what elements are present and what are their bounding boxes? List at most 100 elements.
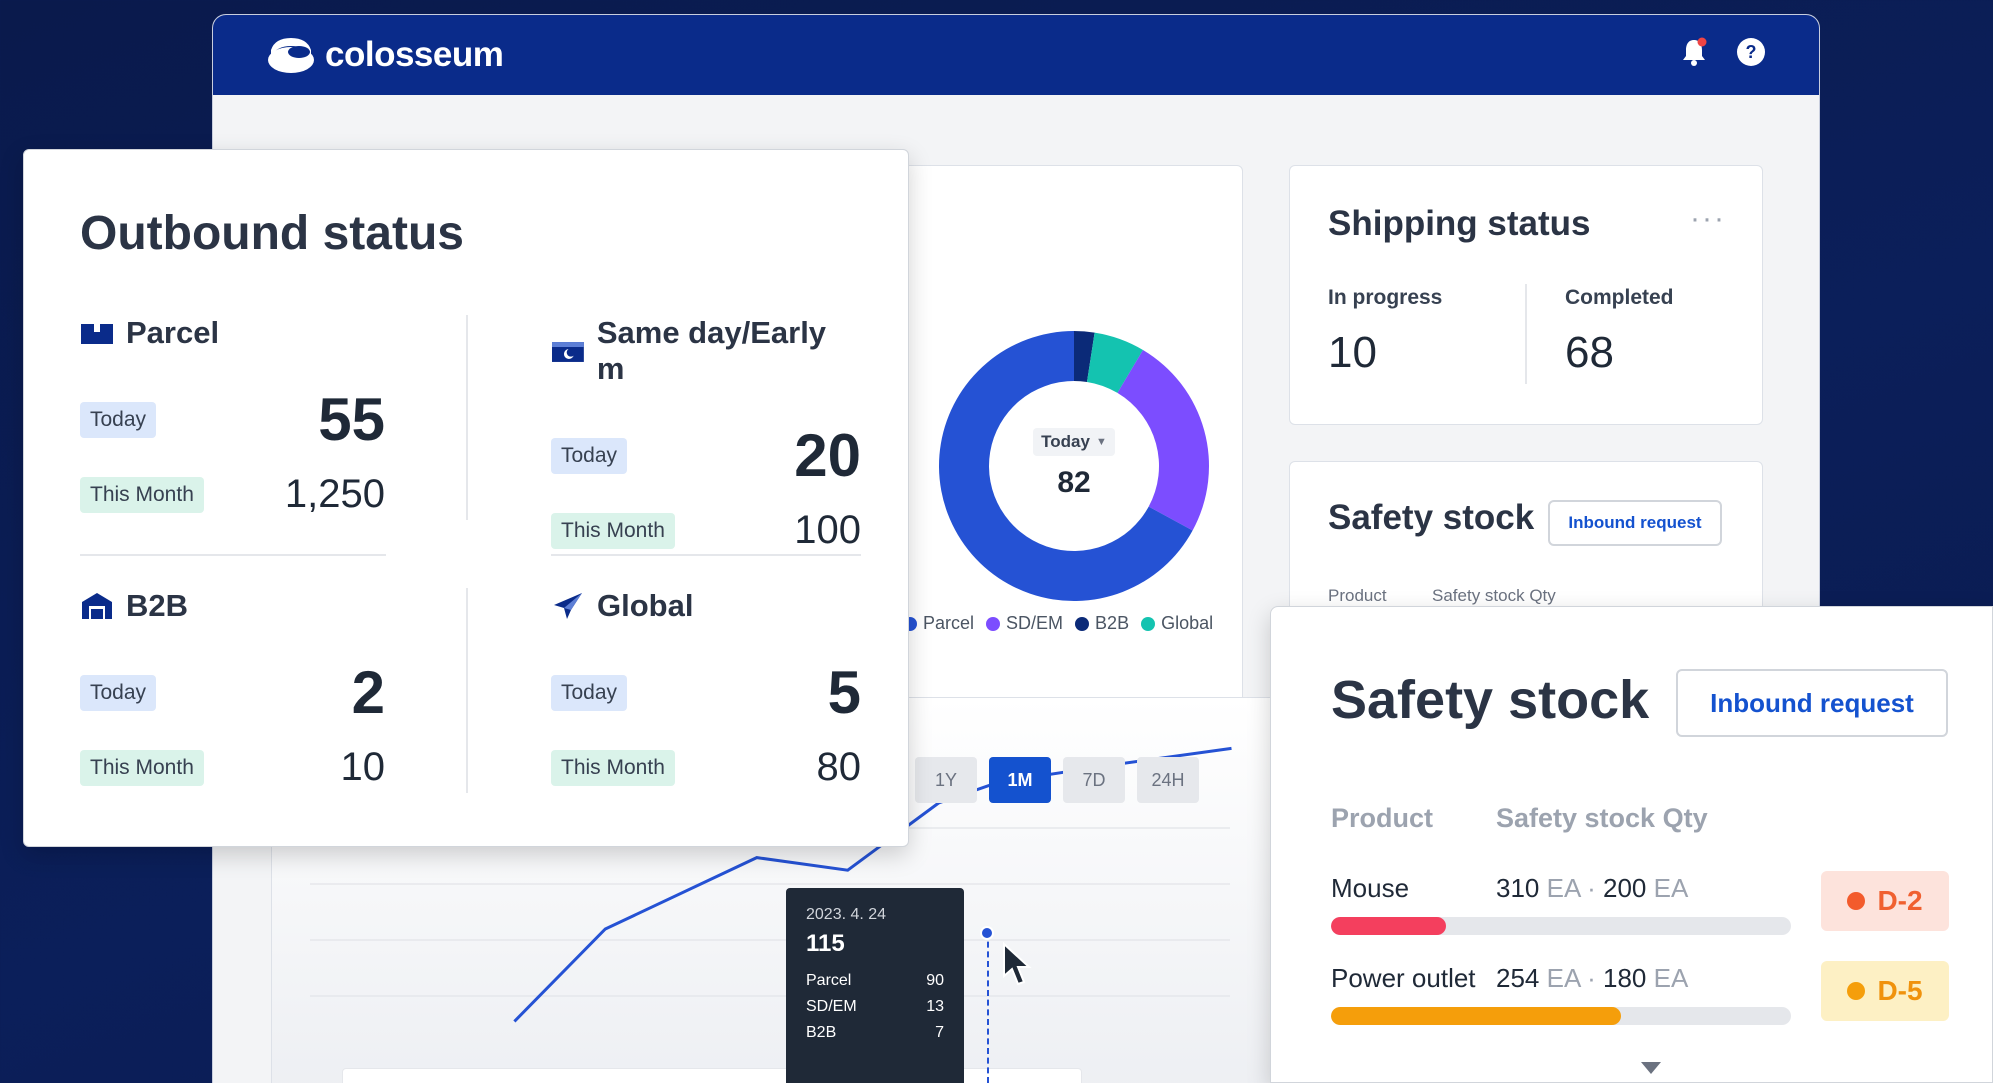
stock-product-name: Mouse: [1331, 873, 1410, 903]
parcel-month-value: 1,250: [284, 472, 385, 516]
range-button[interactable]: 24H: [1137, 757, 1199, 803]
parcel-today-value: 55: [318, 386, 385, 453]
this-month-badge: This Month: [551, 749, 675, 786]
legend-item[interactable]: B2B: [1075, 613, 1129, 634]
status-dot-icon: [1847, 982, 1866, 1000]
unit-label: EA: [1546, 873, 1580, 903]
colosseum-logo-icon: [268, 38, 314, 73]
legend-item[interactable]: Parcel: [903, 613, 974, 634]
horizontal-divider: [551, 554, 861, 556]
mouse-cursor-icon: [1003, 942, 1032, 986]
status-dot-icon: [1847, 892, 1866, 910]
separator-dot: ·: [1587, 873, 1596, 903]
completed-label: Completed: [1565, 286, 1674, 309]
legend-label: Parcel: [923, 613, 975, 633]
range-selector: 1Y 1M 7D 24H: [915, 757, 1199, 803]
tooltip-pointer-line: [987, 932, 989, 1083]
outbound-title: Outbound status: [80, 207, 464, 260]
legend-label: SD/EM: [1006, 613, 1064, 633]
b2b-month-value: 10: [340, 745, 386, 789]
expand-down-icon[interactable]: [1641, 1062, 1661, 1074]
col-qty-header: Safety stock Qty: [1496, 803, 1708, 833]
legend-item[interactable]: SD/EM: [986, 613, 1063, 634]
tooltip-date: 2023. 4. 24: [806, 906, 887, 923]
donut-slice-sd-em[interactable]: [1117, 349, 1209, 531]
range-button[interactable]: 1M: [989, 757, 1051, 803]
airplane-icon: [554, 593, 582, 619]
safety-title: Safety stock: [1331, 670, 1650, 730]
b2b-today-value: 2: [351, 659, 385, 726]
stock-current-qty: 310: [1496, 873, 1540, 903]
stock-level-bar: [1331, 1007, 1791, 1025]
tooltip-row-value: 7: [935, 1024, 944, 1041]
tooltip-row-label: B2B: [806, 1024, 837, 1041]
legend-label: Global: [1161, 613, 1214, 633]
inbound-request-button-bg[interactable]: Inbound request: [1548, 500, 1722, 546]
app-name: colosseum: [325, 35, 504, 74]
stock-qty: 310 EA · 200 EA: [1496, 873, 1688, 904]
this-month-badge: This Month: [551, 512, 675, 549]
bell-icon[interactable]: [1681, 37, 1707, 67]
horizontal-divider: [80, 554, 386, 556]
app-logo[interactable]: colosseum: [265, 34, 504, 76]
sameday-today-value: 20: [794, 422, 861, 489]
legend-dot-icon: [986, 616, 1001, 631]
stock-product-name: Power outlet: [1331, 963, 1476, 993]
tooltip-row: Parcel 90: [806, 972, 944, 990]
col-product-header: Product: [1331, 803, 1434, 833]
more-icon[interactable]: ···: [1690, 202, 1726, 236]
stock-qty: 254 EA · 180 EA: [1496, 963, 1688, 994]
tooltip-point-marker: [980, 926, 994, 940]
today-badge: Today: [551, 674, 628, 711]
unit-label: EA: [1653, 963, 1689, 993]
sameday-section: Same day/Early m Today 20 This Month 100: [551, 315, 861, 553]
inbound-request-button[interactable]: Inbound request: [1676, 669, 1948, 737]
outbound-status-card: Outbound status Parcel Today 55 This Mont…: [23, 149, 909, 847]
legend-dot-icon: [1141, 616, 1156, 631]
days-left-badge: D-5: [1821, 961, 1949, 1021]
tooltip-total: 115: [806, 930, 845, 957]
help-icon[interactable]: ?: [1737, 38, 1765, 66]
tooltip-row: SD/EM 13: [806, 998, 944, 1016]
legend-label: B2B: [1095, 613, 1130, 633]
days-left-label: D-5: [1877, 975, 1923, 1006]
chart-tooltip: 2023. 4. 24 115 Parcel 90 SD/EM 13 B2B 7: [786, 888, 964, 1083]
tooltip-row-label: SD/EM: [806, 998, 857, 1015]
global-section: Global Today 5 This Month 80: [551, 588, 861, 790]
warehouse-icon: [82, 593, 112, 619]
today-badge: Today: [80, 401, 157, 438]
safety-stock-card: Safety stock Inbound request Product Saf…: [1270, 606, 1993, 1083]
donut-legend: Parcel SD/EM B2B Global: [903, 613, 1213, 634]
shipping-title: Shipping status: [1328, 204, 1591, 243]
today-badge: Today: [551, 437, 628, 474]
vertical-divider: [466, 588, 468, 793]
shipping-divider: [1525, 284, 1527, 384]
unit-label: EA: [1653, 873, 1689, 903]
tooltip-row-value: 90: [926, 972, 944, 989]
donut-period-select[interactable]: Today ▼: [1033, 428, 1115, 456]
chart-footer-box: [342, 1068, 1082, 1083]
global-today-value: 5: [827, 659, 861, 726]
range-button[interactable]: 1Y: [915, 757, 977, 803]
safety-bg-title: Safety stock: [1328, 498, 1535, 537]
safety-bg-col-qty: Safety stock Qty: [1432, 586, 1556, 605]
donut-period-label: Today: [1041, 432, 1090, 451]
box-icon: [81, 324, 113, 344]
tooltip-row-value: 13: [926, 998, 944, 1015]
this-month-badge: This Month: [80, 476, 204, 513]
b2b-label: B2B: [126, 588, 189, 623]
today-badge: Today: [80, 674, 157, 711]
legend-item[interactable]: Global: [1141, 613, 1213, 634]
range-button[interactable]: 7D: [1063, 757, 1125, 803]
stock-level-bar: [1331, 917, 1791, 935]
vertical-divider: [466, 315, 468, 520]
chevron-down-icon: ▼: [1095, 436, 1107, 448]
moon-box-icon: [551, 342, 584, 362]
sameday-label: Same day/Early m: [596, 315, 827, 386]
stock-safety-qty: 200: [1603, 873, 1647, 903]
this-month-badge: This Month: [80, 749, 204, 786]
legend-dot-icon: [1075, 616, 1090, 631]
global-month-value: 80: [816, 745, 862, 789]
days-left-label: D-2: [1877, 885, 1923, 916]
unit-label: EA: [1546, 963, 1580, 993]
